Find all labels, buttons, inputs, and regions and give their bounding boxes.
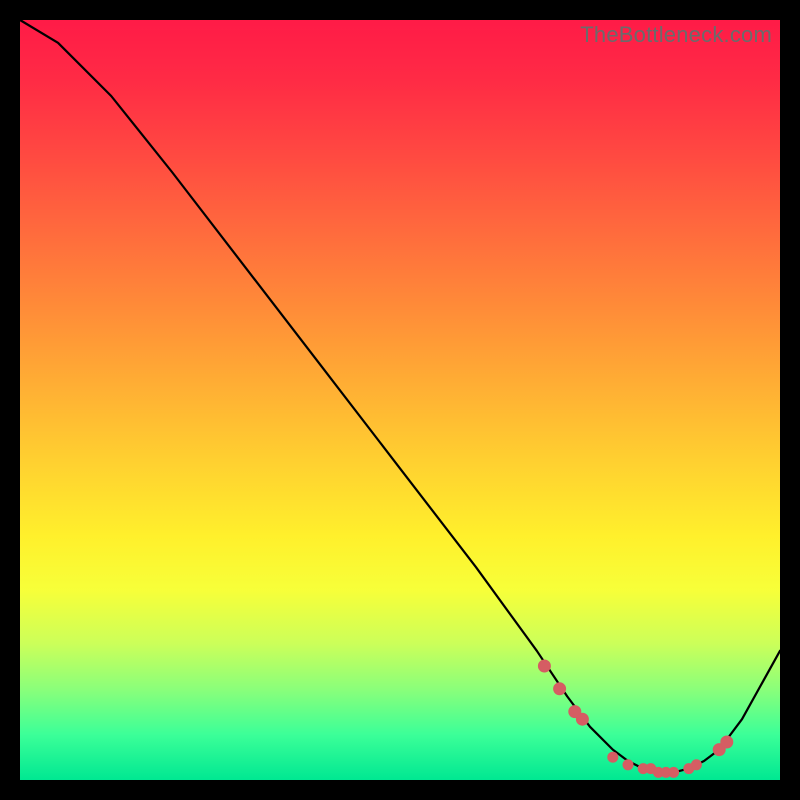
chart-frame: TheBottleneck.com (0, 0, 800, 800)
marker-point (721, 736, 733, 748)
marker-point (608, 752, 618, 762)
marker-point (691, 760, 701, 770)
curve-line (20, 20, 780, 772)
chart-svg (20, 20, 780, 780)
markers-group (538, 660, 732, 777)
marker-point (576, 713, 588, 725)
marker-point (623, 760, 633, 770)
marker-point (538, 660, 550, 672)
marker-point (669, 767, 679, 777)
plot-area: TheBottleneck.com (20, 20, 780, 780)
marker-point (554, 683, 566, 695)
